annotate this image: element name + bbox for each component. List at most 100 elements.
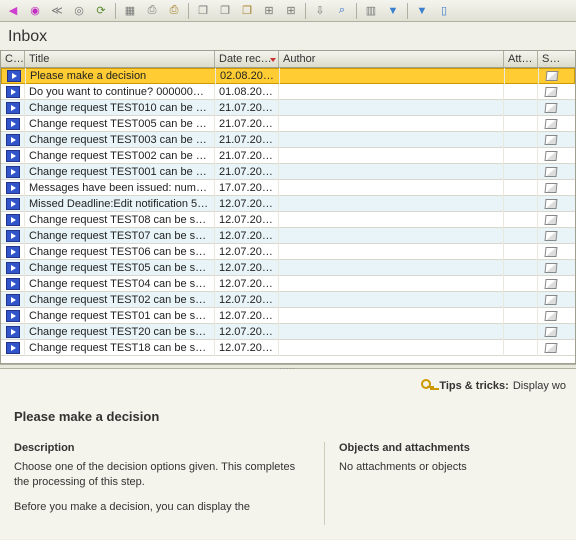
class-cell bbox=[1, 148, 25, 164]
date-cell: 21.07.2005 bbox=[215, 100, 279, 116]
title-cell: Change request TEST20 can be set t... bbox=[25, 324, 215, 340]
printer-icon[interactable]: ⎙ bbox=[141, 1, 163, 21]
title-cell: Change request TEST06 can be set t... bbox=[25, 244, 215, 260]
table-row[interactable]: Change request TEST005 can be set...21.0… bbox=[1, 116, 575, 132]
filter-icon[interactable]: ▼ bbox=[382, 1, 404, 21]
toolbar: ◀◉≪◎⟳▦⎙⎙❐❐❐⊞⊞⇩⌕▥▼▼▯ bbox=[0, 0, 576, 22]
table-row[interactable]: Change request TEST06 can be set t...12.… bbox=[1, 244, 575, 260]
status-icon bbox=[544, 103, 557, 113]
table-row[interactable]: Change request TEST010 can be set...21.0… bbox=[1, 100, 575, 116]
table-row[interactable]: Please make a decision02.08.2005 bbox=[1, 68, 575, 84]
table-row[interactable]: Change request TEST07 can be set t...12.… bbox=[1, 228, 575, 244]
grid-body[interactable]: Please make a decision02.08.2005Do you w… bbox=[1, 68, 575, 363]
target-icon[interactable]: ◎ bbox=[68, 1, 90, 21]
clipboard2-icon[interactable]: ❐ bbox=[214, 1, 236, 21]
table-row[interactable]: Change request TEST01 can be set t...12.… bbox=[1, 308, 575, 324]
tree2-icon[interactable]: ⊞ bbox=[280, 1, 302, 21]
workitem-icon bbox=[6, 134, 20, 146]
workitem-icon bbox=[7, 70, 21, 82]
status-icon bbox=[544, 119, 557, 129]
status-cell bbox=[538, 212, 564, 228]
table-row[interactable]: Change request TEST04 can be set t...12.… bbox=[1, 276, 575, 292]
class-cell bbox=[1, 276, 25, 292]
col-header-status[interactable]: Stat... bbox=[538, 51, 564, 67]
date-cell: 12.07.2005 bbox=[215, 276, 279, 292]
author-cell bbox=[279, 116, 504, 132]
class-cell bbox=[1, 212, 25, 228]
col-header-class[interactable]: Cla... bbox=[1, 51, 25, 67]
date-cell: 12.07.2005 bbox=[215, 244, 279, 260]
class-cell bbox=[1, 116, 25, 132]
toolbar-separator bbox=[115, 3, 116, 19]
attach-cell bbox=[504, 84, 538, 100]
date-cell: 21.07.2005 bbox=[215, 132, 279, 148]
tips-tricks[interactable]: Tips & tricks: Display wo bbox=[421, 379, 566, 393]
class-cell bbox=[1, 244, 25, 260]
description-text-2: Before you make a decision, you can disp… bbox=[14, 500, 312, 515]
refresh-icon[interactable]: ⟳ bbox=[90, 1, 112, 21]
author-cell bbox=[279, 228, 504, 244]
cols-icon[interactable]: ▥ bbox=[360, 1, 382, 21]
class-cell bbox=[1, 100, 25, 116]
key-icon bbox=[421, 379, 435, 393]
col-header-title[interactable]: Title bbox=[25, 51, 215, 67]
author-cell bbox=[279, 244, 504, 260]
status-icon bbox=[544, 87, 557, 97]
description-heading: Description bbox=[14, 442, 312, 454]
status-icon bbox=[544, 135, 557, 145]
print2-icon[interactable]: ⎙ bbox=[163, 1, 185, 21]
status-cell bbox=[538, 116, 564, 132]
author-cell bbox=[279, 340, 504, 356]
attach-cell bbox=[504, 340, 538, 356]
workitem-icon bbox=[6, 102, 20, 114]
status-cell bbox=[538, 228, 564, 244]
back-icon[interactable]: ◀ bbox=[2, 1, 24, 21]
grid-header: Cla... Title Date recei... Author Atta..… bbox=[1, 51, 575, 68]
title-cell: Change request TEST04 can be set t... bbox=[25, 276, 215, 292]
status-icon bbox=[544, 183, 557, 193]
tree1-icon[interactable]: ⊞ bbox=[258, 1, 280, 21]
toolbar-separator bbox=[407, 3, 408, 19]
col-header-date[interactable]: Date recei... bbox=[215, 51, 279, 67]
author-cell bbox=[279, 308, 504, 324]
link-icon[interactable]: ≪ bbox=[46, 1, 68, 21]
table-row[interactable]: Messages have been issued: numbe...17.07… bbox=[1, 180, 575, 196]
table-row[interactable]: Change request TEST18 can be set t...12.… bbox=[1, 340, 575, 356]
table-row[interactable]: Change request TEST02 can be set t...12.… bbox=[1, 292, 575, 308]
clipboard1-icon[interactable]: ❐ bbox=[192, 1, 214, 21]
author-cell bbox=[279, 196, 504, 212]
col-header-attach[interactable]: Atta... bbox=[504, 51, 538, 67]
attach-cell bbox=[504, 308, 538, 324]
current-icon[interactable]: ◉ bbox=[24, 1, 46, 21]
filter2-icon[interactable]: ▼ bbox=[411, 1, 433, 21]
title-cell: Change request TEST010 can be set... bbox=[25, 100, 215, 116]
table-row[interactable]: Do you want to continue? 0000000000...01… bbox=[1, 84, 575, 100]
table-row[interactable]: Change request TEST002 can be set...21.0… bbox=[1, 148, 575, 164]
detail-title: Please make a decision bbox=[14, 409, 562, 424]
title-cell: Change request TEST05 can be set t... bbox=[25, 260, 215, 276]
table-row[interactable]: Change request TEST05 can be set t...12.… bbox=[1, 260, 575, 276]
export-icon[interactable]: ⇩ bbox=[309, 1, 331, 21]
table-row[interactable]: Change request TEST003 can be set...21.0… bbox=[1, 132, 575, 148]
date-cell: 12.07.2005 bbox=[215, 260, 279, 276]
table-row[interactable]: Change request TEST20 can be set t...12.… bbox=[1, 324, 575, 340]
title-cell: Change request TEST01 can be set t... bbox=[25, 308, 215, 324]
table-row[interactable]: Change request TEST08 can be set t...12.… bbox=[1, 212, 575, 228]
title-cell: Change request TEST02 can be set t... bbox=[25, 292, 215, 308]
col-header-author[interactable]: Author bbox=[279, 51, 504, 67]
author-cell bbox=[279, 276, 504, 292]
author-cell bbox=[279, 292, 504, 308]
table-row[interactable]: Change request TEST001 can be set...21.0… bbox=[1, 164, 575, 180]
date-cell: 12.07.2005 bbox=[215, 308, 279, 324]
table-row[interactable]: Missed Deadline:Edit notification 500...… bbox=[1, 196, 575, 212]
status-icon bbox=[544, 247, 557, 257]
workitem-icon bbox=[6, 182, 20, 194]
class-cell bbox=[1, 340, 25, 356]
clipboard3-icon[interactable]: ❐ bbox=[236, 1, 258, 21]
author-cell bbox=[279, 212, 504, 228]
find-icon[interactable]: ⌕ bbox=[331, 1, 353, 21]
status-icon bbox=[544, 199, 557, 209]
class-cell bbox=[1, 292, 25, 308]
layout-icon[interactable]: ▦ bbox=[119, 1, 141, 21]
chart-icon[interactable]: ▯ bbox=[433, 1, 455, 21]
